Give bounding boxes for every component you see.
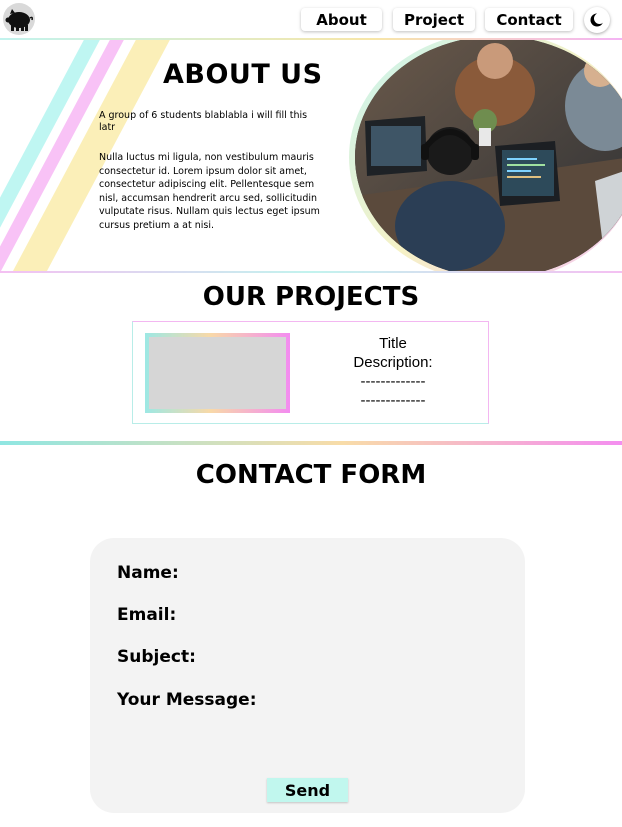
dark-mode-toggle[interactable] <box>584 7 610 33</box>
subject-field-label: Subject: <box>117 647 196 667</box>
project-description-line: ------------- <box>360 392 426 409</box>
about-section: ABOUT US A group of 6 students blablabla… <box>0 40 622 272</box>
project-thumbnail[interactable] <box>145 333 290 413</box>
pig-logo-icon[interactable] <box>3 3 35 35</box>
name-field-label: Name: <box>117 563 179 583</box>
about-body-text: Nulla luctus mi ligula, non vestibulum m… <box>99 152 320 231</box>
about-title: ABOUT US <box>163 59 323 90</box>
about-intro-text: A group of 6 students blablabla i will f… <box>99 110 308 133</box>
send-button[interactable]: Send <box>267 778 348 802</box>
project-description-label: Description: <box>353 354 433 371</box>
project-image-placeholder <box>149 337 286 409</box>
nav-project-button[interactable]: Project <box>393 8 475 31</box>
project-title: Title <box>379 335 407 352</box>
project-card[interactable]: Title Description: ------------- -------… <box>132 321 489 424</box>
contact-title: CONTACT FORM <box>195 460 427 490</box>
message-field-label: Your Message: <box>117 690 257 710</box>
team-photo <box>355 40 622 272</box>
section-divider <box>0 441 622 445</box>
project-info: Title Description: ------------- -------… <box>333 334 453 410</box>
moon-icon <box>590 13 605 27</box>
email-field-label: Email: <box>117 605 177 625</box>
project-description-line: ------------- <box>360 373 426 390</box>
contact-form: Name: Email: Subject: Your Message: Send <box>90 538 525 813</box>
about-divider <box>0 271 622 273</box>
nav-contact-button[interactable]: Contact <box>485 8 573 31</box>
projects-title: OUR PROJECTS <box>202 282 420 312</box>
nav-about-button[interactable]: About <box>301 8 382 31</box>
top-navbar: About Project Contact <box>0 0 622 38</box>
